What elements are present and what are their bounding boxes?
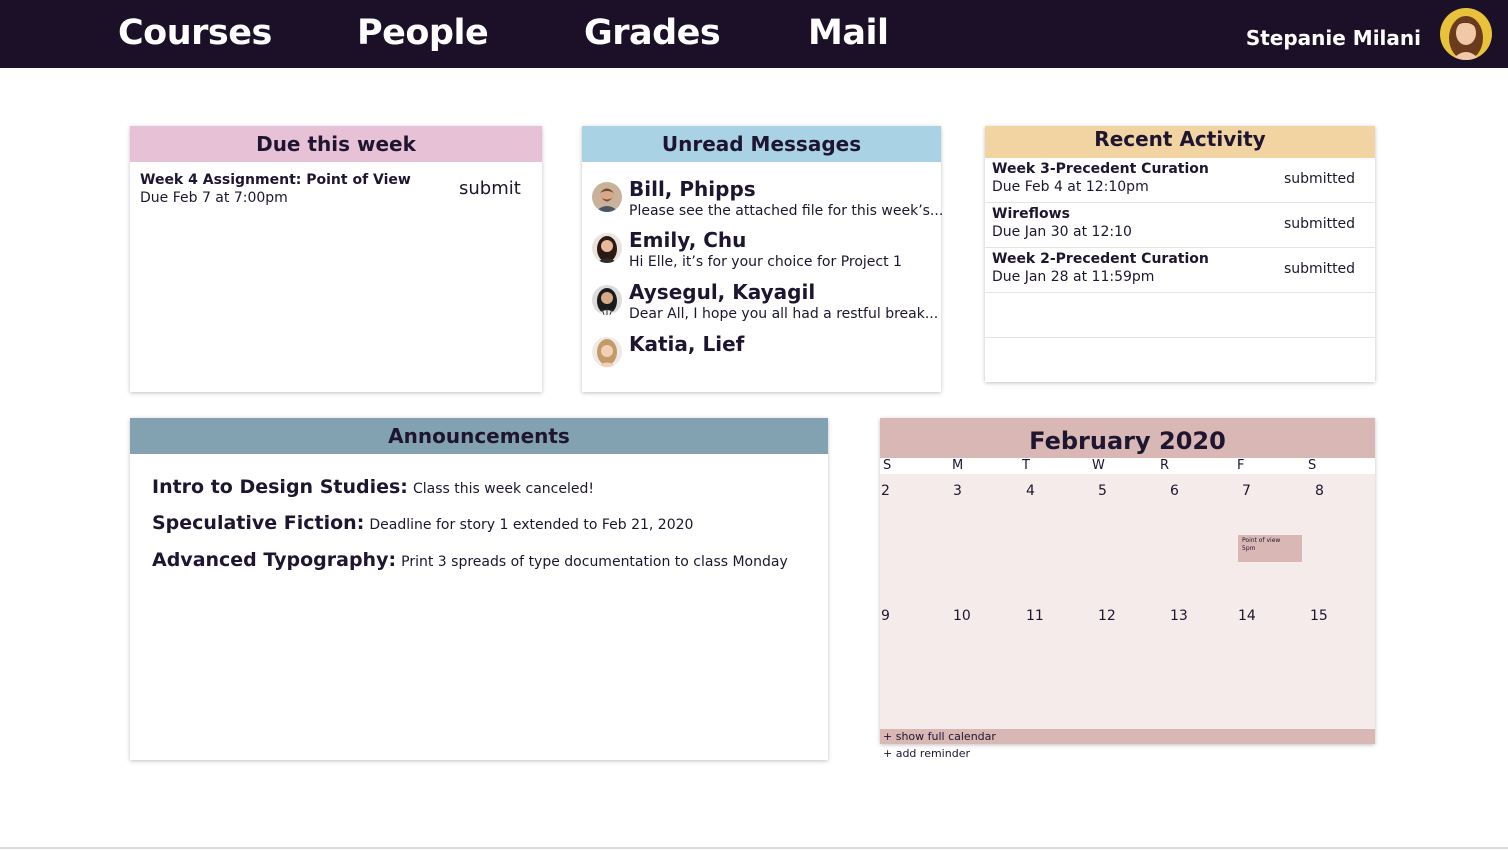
calendar-card: February 2020 S M T W R F S 2 3 4 5 6 7 … [880, 418, 1375, 744]
announcement-item[interactable]: Advanced Typography: Print 3 spreads of … [152, 549, 788, 571]
weekday-label: S [883, 458, 892, 473]
activity-status: submitted [1284, 261, 1356, 277]
sender-name: Bill, Phipps [629, 177, 756, 201]
announcement-course: Advanced Typography: [152, 549, 397, 571]
message-preview: Hi Elle, it’s for your choice for Projec… [629, 254, 902, 270]
submit-button[interactable]: submit [459, 178, 521, 199]
nav-people[interactable]: People [357, 10, 489, 56]
calendar-weekday-header: S M T W R F S [880, 458, 1375, 474]
sender-avatar [592, 285, 622, 315]
activity-date: Due Feb 4 at 12:10pm [992, 179, 1149, 195]
announcement-text: Class this week canceled! [412, 481, 594, 497]
event-title: Point of view [1242, 537, 1281, 544]
weekday-label: M [952, 458, 964, 473]
activity-row[interactable]: Wireflows Due Jan 30 at 12:10 submitted [985, 203, 1375, 248]
show-full-calendar-link[interactable]: + show full calendar [880, 729, 1375, 744]
calendar-day[interactable]: 9 [881, 607, 890, 625]
activity-status: submitted [1284, 171, 1356, 187]
activity-row[interactable]: Week 3-Precedent Curation Due Feb 4 at 1… [985, 158, 1375, 203]
calendar-day[interactable]: 6 [1170, 482, 1179, 500]
activity-status: submitted [1284, 216, 1356, 232]
page-bottom-divider [0, 847, 1508, 849]
calendar-day[interactable]: 11 [1026, 607, 1044, 625]
assignment-title[interactable]: Week 4 Assignment: Point of View [140, 172, 411, 188]
calendar-day[interactable]: 8 [1315, 482, 1324, 500]
weekday-label: T [1022, 458, 1030, 473]
announcements-card: Announcements Intro to Design Studies: C… [130, 418, 828, 760]
calendar-day[interactable]: 2 [881, 482, 890, 500]
sender-avatar [592, 337, 622, 367]
top-nav-bar: Courses People Grades Mail Stepanie Mila… [0, 0, 1508, 68]
weekday-label: R [1160, 458, 1170, 473]
sender-avatar [592, 233, 622, 263]
message-item[interactable]: Emily, Chu Hi Elle, it’s for your choice… [592, 227, 937, 277]
sender-avatar [592, 182, 622, 212]
activity-row[interactable]: Week 2-Precedent Curation Due Jan 28 at … [985, 248, 1375, 293]
announcement-text: Print 3 spreads of type documentation to… [401, 554, 788, 570]
assignment-due-date: Due Feb 7 at 7:00pm [140, 190, 288, 206]
activity-title: Wireflows [992, 206, 1070, 222]
calendar-day[interactable]: 10 [953, 607, 971, 625]
due-this-week-card: Due this week Week 4 Assignment: Point o… [130, 126, 542, 392]
calendar-day[interactable]: 7 [1242, 482, 1251, 500]
sender-name: Aysegul, Kayagil [629, 280, 816, 304]
announcements-title: Announcements [130, 418, 828, 454]
weekday-label: S [1308, 458, 1317, 473]
nav-grades[interactable]: Grades [584, 10, 721, 56]
calendar-day[interactable]: 5 [1098, 482, 1107, 500]
nav-mail[interactable]: Mail [808, 10, 889, 56]
event-time: 5pm [1242, 545, 1256, 552]
sender-name: Emily, Chu [629, 228, 747, 252]
calendar-day[interactable]: 3 [953, 482, 962, 500]
sender-name: Katia, Lief [629, 332, 745, 356]
message-item[interactable]: Aysegul, Kayagil Dear All, I hope you al… [592, 279, 939, 329]
announcement-item[interactable]: Intro to Design Studies: Class this week… [152, 476, 594, 498]
announcement-item[interactable]: Speculative Fiction: Deadline for story … [152, 512, 693, 534]
recent-activity-card: Recent Activity Week 3-Precedent Curatio… [985, 126, 1375, 382]
calendar-month-title: February 2020 [880, 418, 1375, 458]
nav-courses[interactable]: Courses [118, 10, 272, 56]
user-avatar[interactable] [1440, 8, 1492, 60]
announcement-text: Deadline for story 1 extended to Feb 21,… [369, 517, 694, 533]
user-name[interactable]: Stepanie Milani [1246, 22, 1421, 54]
add-reminder-link[interactable]: + add reminder [883, 746, 970, 761]
weekday-label: W [1092, 458, 1105, 473]
message-preview: Please see the attached file for this we… [629, 203, 944, 219]
calendar-day[interactable]: 14 [1238, 607, 1256, 625]
message-item[interactable]: Bill, Phipps Please see the attached fil… [592, 176, 943, 226]
activity-row-empty [985, 293, 1375, 338]
calendar-event[interactable]: Point of view 5pm [1238, 535, 1302, 562]
calendar-day[interactable]: 15 [1310, 607, 1328, 625]
unread-messages-card: Unread Messages Bill, Phipps Please see … [582, 126, 943, 392]
message-item[interactable]: Katia, Lief [592, 331, 937, 381]
activity-title: Week 2-Precedent Curation [992, 251, 1209, 267]
activity-date: Due Jan 30 at 12:10 [992, 224, 1132, 240]
recent-activity-title: Recent Activity [985, 126, 1375, 158]
calendar-day[interactable]: 4 [1026, 482, 1035, 500]
calendar-day[interactable]: 12 [1098, 607, 1116, 625]
announcement-course: Speculative Fiction: [152, 512, 365, 534]
activity-date: Due Jan 28 at 11:59pm [992, 269, 1155, 285]
activity-title: Week 3-Precedent Curation [992, 161, 1209, 177]
calendar-day[interactable]: 13 [1170, 607, 1188, 625]
due-this-week-title: Due this week [130, 126, 542, 162]
unread-messages-title: Unread Messages [582, 126, 941, 162]
announcement-course: Intro to Design Studies: [152, 476, 408, 498]
message-preview: Dear All, I hope you all had a restful b… [629, 306, 939, 322]
weekday-label: F [1237, 458, 1245, 473]
